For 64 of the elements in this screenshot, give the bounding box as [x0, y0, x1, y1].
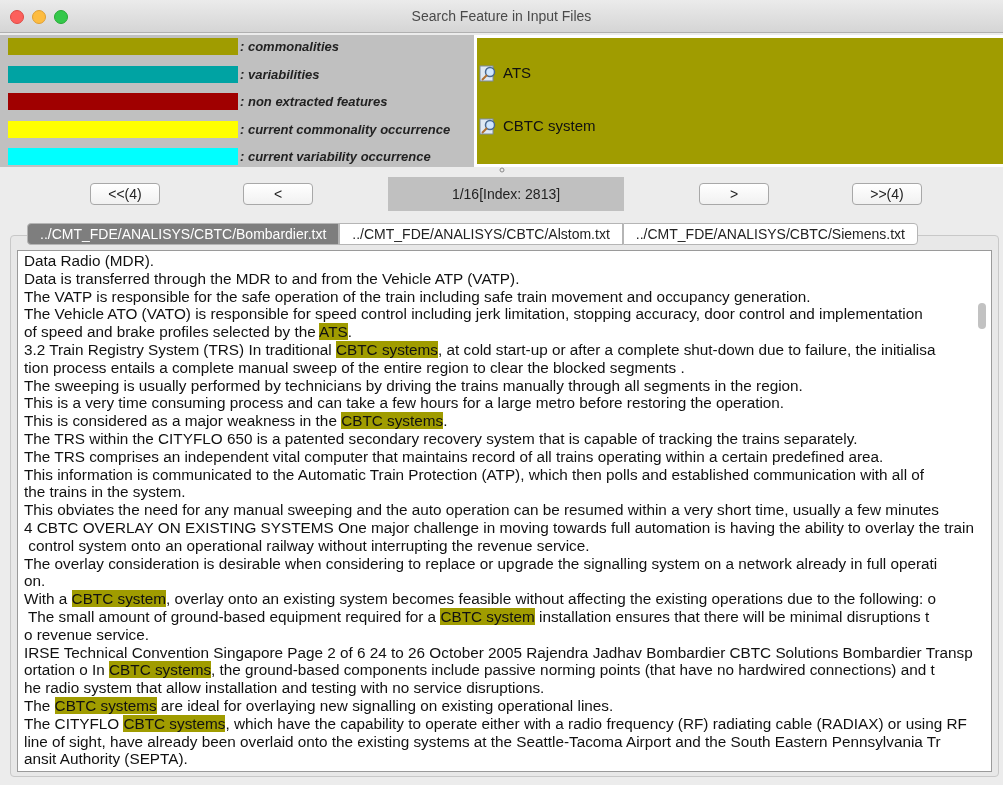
legend-label: : current variability occurrence [240, 149, 431, 164]
document-text: ansit Authority (SEPTA). [24, 750, 188, 768]
document-text: The overlay consideration is desirable when considering to replace or upgrade the signalling system on a network already in full operati [24, 554, 938, 572]
highlighted-term: CBTC systems [123, 714, 226, 732]
legend-label: : variabilities [240, 66, 320, 82]
file-tab[interactable]: ../CMT_FDE/ANALISYS/CBTC/Siemens.txt [622, 223, 918, 245]
document-text: the trains in the system. [24, 483, 186, 501]
splitter-handle-icon[interactable] [498, 167, 505, 173]
document-text: of speed and brake profiles selected by the [24, 323, 317, 341]
document-text: This is considered as a major weakness in the [24, 412, 338, 430]
file-tab[interactable]: ../CMT_FDE/ANALISYS/CBTC/Alstom.txt [339, 223, 623, 245]
document-text: ortation o In [24, 661, 106, 679]
document-text: , the ground-based components include passive norming points (that have no hardwired connections) and t [211, 661, 935, 679]
document-text: The small amount of ground-based equipment required for a [26, 607, 438, 625]
document-text: The Vehicle ATO (VATO) is responsible for speed control including jerk limitation, stopping accuracy, door control and implementation [24, 305, 923, 323]
document-text: This obviates the need for any manual sweeping and the auto operation can be resumed within a very short time, usually a few minutes [24, 501, 939, 519]
document-text: This is a very time consuming process and can take a few hours for a large metro before restoring the operation. [24, 394, 785, 412]
document-text: line of sight, have already been overlaid onto the existing systems at the Seattle-Tacoma Airport and the South Eastern Pennsylvania Tr [24, 732, 941, 750]
highlighted-term: CBTC system [71, 590, 166, 608]
document-text: on. [24, 572, 46, 590]
legend-label: : current commonality occurrence [240, 121, 451, 137]
document-text: o revenue service. [24, 625, 149, 643]
next-button[interactable]: > [699, 183, 769, 205]
window-title: Search Feature in Input Files [411, 8, 592, 24]
document-text: . [347, 323, 352, 341]
highlighted-term: ATS [319, 323, 348, 341]
scrollbar-thumb[interactable] [978, 303, 986, 329]
zoom-button[interactable] [54, 10, 68, 24]
minimize-button[interactable] [32, 10, 46, 24]
position-label: 1/16[Index: 2813] [388, 177, 624, 211]
first-button[interactable]: <<(4) [90, 183, 160, 205]
document-text: 4 CBTC OVERLAY ON EXISTING SYSTEMS One major challenge in moving towards full automation is having the ability to overlay the train [24, 518, 974, 536]
legend-label: : non extracted features [240, 94, 388, 109]
document-text: , at cold start-up or after a complete shut-down due to failure, the initialisa [438, 341, 936, 358]
last-button[interactable]: >>(4) [852, 183, 922, 205]
feature-item[interactable]: CBTC system [477, 116, 1003, 135]
previous-button[interactable]: < [243, 183, 313, 205]
document-text: control system onto an operational railway without interrupting the revenue service. [27, 536, 590, 554]
close-button[interactable] [10, 10, 24, 24]
document-text: Data is transferred through the MDR to and from the Vehicle ATP (VATP). [24, 269, 520, 287]
document-text: , overlay onto an existing system becomes feasible without affecting the existing operations due to the following: o [165, 590, 937, 608]
document-text: With a [24, 590, 69, 608]
document-text: The VATP is responsible for the safe operation of the train including safe train movement and occupancy generation. [24, 287, 811, 305]
document-text: he radio system that allow installation and testing with no service disruptions. [24, 679, 545, 697]
highlighted-term: CBTC systems [336, 341, 438, 358]
legend-label: : commonalities [240, 39, 339, 54]
document-text: The TRS within the CITYFLO 650 is a patented secondary recovery system that is capable of tracking the trains separately. [24, 429, 858, 447]
file-tab[interactable]: ../CMT_FDE/ANALISYS/CBTC/Bombardier.txt [27, 223, 340, 245]
document-text: 3.2 Train Registry System (TRS) In traditional [24, 341, 333, 358]
document-text: The [24, 696, 52, 714]
document-text: The CITYFLO [24, 714, 121, 732]
document-text: The TRS comprises an independent vital computer that maintains record of all trains operating within a certain predefined area. [24, 447, 884, 465]
document-text: This information is communicated to the Automatic Train Protection (ATP), which then polls and established communication with all of [24, 465, 925, 483]
highlighted-term: CBTC systems [54, 696, 157, 714]
document-text: . [443, 412, 448, 430]
document-text: Data Radio (MDR). [24, 252, 155, 269]
document-text: are ideal for overlaying new signalling on existing operational lines. [159, 696, 614, 714]
document-text: IRSE Technical Convention Singapore Page 2 of 6 24 to 26 October 2005 Rajendra Jadhav Bombardier CBTC Solutions Bombardier Transp [24, 643, 973, 661]
feature-item[interactable]: ATS [477, 63, 1003, 82]
highlighted-term: CBTC system [440, 607, 535, 625]
document-text: The sweeping is usually performed by technicians by driving the trains manually through all segments in the region. [24, 376, 803, 394]
document-text: installation ensures that there will be minimal disruptions t [537, 607, 930, 625]
document-text: tion process entails a complete manual sweep of the entire region to clear the blocked segments . [24, 358, 685, 376]
document-text: , which have the capability to operate either with a radio frequency (RF) radiating cable (RADIAX) or using RF [225, 714, 967, 732]
